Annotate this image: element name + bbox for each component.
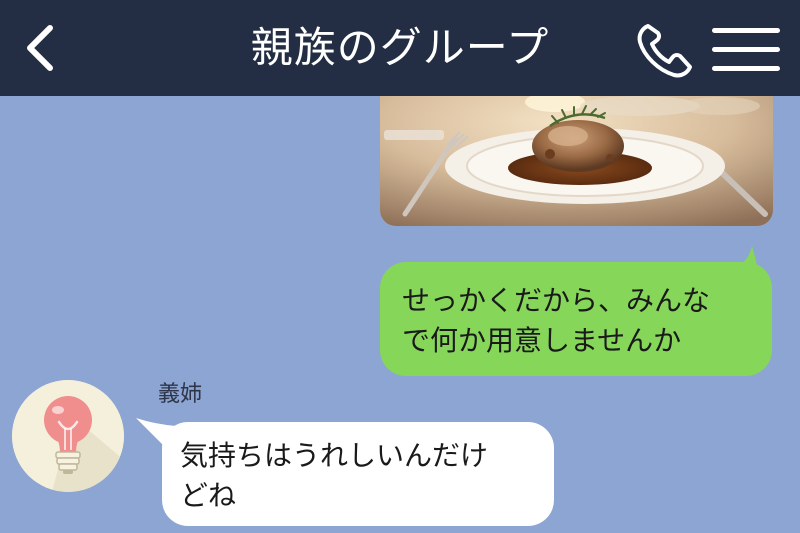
phone-icon: [637, 24, 692, 78]
bubble-tail: [730, 246, 758, 270]
incoming-message-bubble[interactable]: 気持ちはうれしいんだけ どね: [136, 418, 554, 526]
bubble-tail: [136, 418, 176, 446]
sender-avatar[interactable]: [12, 380, 124, 492]
incoming-message-text: 気持ちはうれしいんだけ どね: [180, 439, 489, 512]
sender-name: 義姉: [158, 382, 203, 407]
lightbulb-icon: [12, 380, 124, 492]
chat-header: 親族のグループ: [0, 0, 800, 96]
menu-button[interactable]: [710, 26, 782, 74]
chat-title: 親族のグループ: [250, 23, 550, 72]
call-button[interactable]: [634, 20, 698, 80]
back-button[interactable]: [14, 20, 70, 76]
chevron-left-icon: [27, 25, 53, 71]
dinner-plate-image: [380, 96, 773, 226]
outgoing-message-bubble[interactable]: せっかくだから、みんな で何か用意しませんか: [380, 246, 772, 376]
food-photo-message[interactable]: [380, 96, 773, 226]
outgoing-message-text: せっかくだから、みんな で何か用意しませんか: [402, 284, 711, 357]
hamburger-menu-icon: [712, 28, 780, 71]
